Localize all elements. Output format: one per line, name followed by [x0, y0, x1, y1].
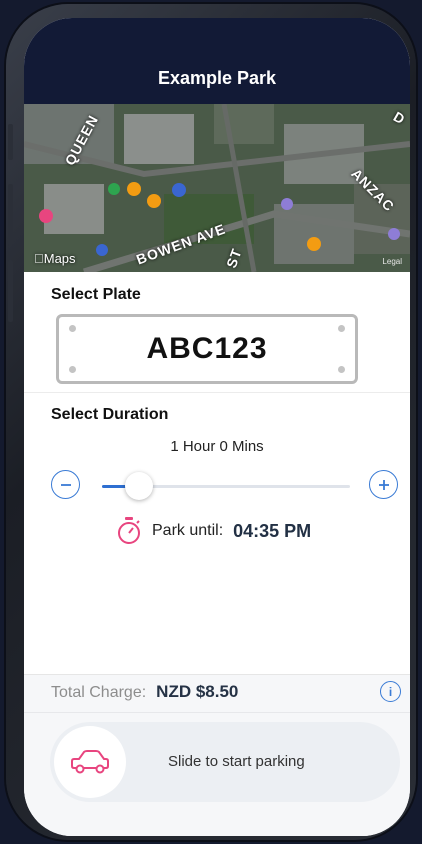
- park-until-time: 04:35 PM: [233, 520, 312, 541]
- total-charge-row: Total Charge: NZD $8.50: [51, 682, 238, 702]
- plate-bolt-icon: [338, 366, 345, 373]
- decrease-duration-button[interactable]: [51, 470, 80, 499]
- plate-bolt-icon: [338, 325, 345, 332]
- car-icon: [71, 750, 109, 774]
- duration-value: 1 Hour 0 Mins: [170, 438, 264, 455]
- slide-to-park-label: Slide to start parking: [168, 753, 305, 770]
- parking-pin-icon: [96, 244, 108, 256]
- info-icon[interactable]: i: [380, 681, 401, 702]
- phone-frame: Example Park QUEEN ANZAC BOWEN AVE ST D …: [6, 4, 416, 840]
- minus-icon: [60, 483, 71, 486]
- slide-handle[interactable]: [54, 726, 126, 798]
- license-plate[interactable]: ABC123: [56, 314, 358, 384]
- apple-logo-icon: : [34, 251, 44, 266]
- divider: [24, 392, 410, 393]
- plate-bolt-icon: [69, 325, 76, 332]
- map-pin-icon: [127, 182, 141, 196]
- map-pin-icon: [307, 237, 321, 251]
- map-pin-icon: [147, 194, 161, 208]
- maps-brand-label: Maps: [34, 251, 76, 266]
- map-view[interactable]: QUEEN ANZAC BOWEN AVE ST D Maps Legal: [24, 104, 410, 272]
- map-pin-icon: [388, 228, 400, 240]
- park-until-label: Park until:: [152, 522, 224, 539]
- increase-duration-button[interactable]: [369, 470, 398, 499]
- total-charge-value: NZD $8.50: [156, 682, 239, 701]
- parking-pin-icon: [172, 183, 186, 197]
- maps-attribution[interactable]: Maps: [34, 251, 76, 266]
- volume-down-button: [8, 260, 13, 322]
- legal-link[interactable]: Legal: [382, 257, 402, 266]
- mute-switch: [8, 124, 13, 160]
- volume-up-button: [8, 184, 13, 246]
- map-pin-icon: [281, 198, 293, 210]
- park-until-row: Park until: 04:35 PM: [116, 516, 311, 546]
- app-screen: Example Park QUEEN ANZAC BOWEN AVE ST D …: [24, 18, 410, 836]
- plate-number: ABC123: [146, 332, 268, 365]
- page-title: Example Park: [157, 68, 277, 88]
- map-pin-icon: [108, 183, 120, 195]
- slide-to-park[interactable]: Slide to start parking: [50, 722, 400, 802]
- stopwatch-icon: [118, 517, 140, 544]
- total-charge-label: Total Charge:: [51, 684, 147, 701]
- select-duration-label: Select Duration: [51, 406, 169, 423]
- slider-thumb[interactable]: [125, 472, 154, 500]
- divider: [24, 712, 410, 713]
- duration-slider[interactable]: [102, 472, 350, 500]
- nav-bar: Example Park: [24, 18, 410, 104]
- select-plate-label: Select Plate: [51, 286, 141, 303]
- plate-bolt-icon: [69, 366, 76, 373]
- plus-icon: [378, 479, 389, 490]
- map-pin-icon: [39, 209, 53, 223]
